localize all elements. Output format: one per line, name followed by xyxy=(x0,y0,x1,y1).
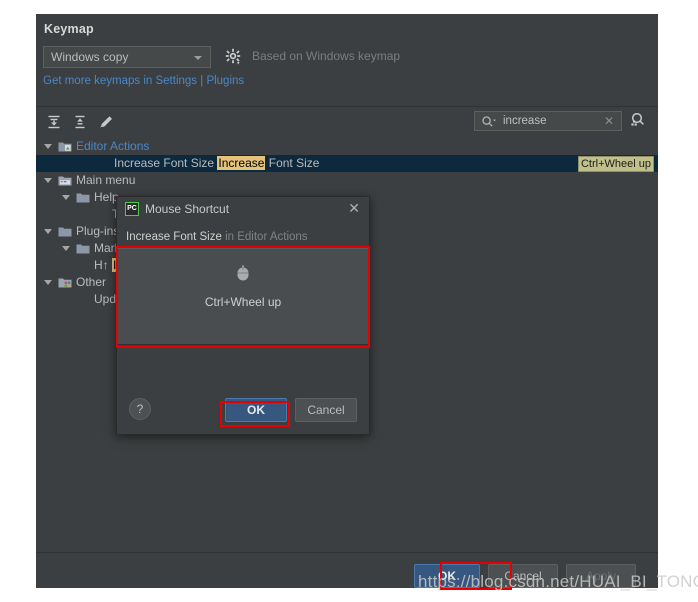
tree-item-label: Editor Actions xyxy=(76,139,150,153)
dialog-titlebar: PC Mouse Shortcut ✕ xyxy=(117,197,369,223)
search-input[interactable]: increase ✕ xyxy=(474,111,622,131)
page-title: Keymap xyxy=(44,22,94,36)
dialog-subtitle-context: in Editor Actions xyxy=(221,231,308,243)
get-more-keymaps-link[interactable]: Get more keymaps in Settings | Plugins xyxy=(43,75,244,87)
dialog-ok-button[interactable]: OK xyxy=(225,398,287,422)
screenshot-root: Keymap Windows copy Based on Windows key… xyxy=(0,0,698,602)
shortcut-badge: Ctrl+Wheel up xyxy=(577,156,654,172)
tree-toolbar xyxy=(40,110,340,134)
dialog-cancel-button[interactable]: Cancel xyxy=(295,398,357,422)
tree-row[interactable]: Increase Font Size Increase Font Size Ctr… xyxy=(36,155,658,172)
gear-icon[interactable] xyxy=(225,48,243,66)
chevron-down-icon[interactable] xyxy=(62,195,70,200)
shortcut-capture-area[interactable]: Ctrl+Wheel up xyxy=(117,248,369,345)
edit-pencil-icon[interactable] xyxy=(96,112,116,132)
get-more-keymaps-text: Get more keymaps in Settings xyxy=(43,75,198,87)
folder-icon xyxy=(76,191,90,204)
keymap-select-value: Windows copy xyxy=(51,50,129,64)
other-icon xyxy=(58,276,72,289)
expand-all-icon[interactable] xyxy=(44,112,64,132)
captured-shortcut-text: Ctrl+Wheel up xyxy=(204,295,282,309)
folder-icon xyxy=(58,225,72,238)
tree-item-label: Main menu xyxy=(76,173,136,187)
collapse-all-icon[interactable] xyxy=(70,112,90,132)
mouse-shortcut-dialog: PC Mouse Shortcut ✕ Increase Font Size i… xyxy=(116,196,370,435)
based-on-label: Based on Windows keymap xyxy=(252,49,401,63)
clear-icon[interactable]: ✕ xyxy=(604,114,614,128)
chevron-down-icon[interactable] xyxy=(44,144,52,149)
search-icon xyxy=(482,116,496,127)
toolbar-divider xyxy=(36,106,658,107)
watermark: https://blog.csdn.net/HUAI_BI_TONG xyxy=(418,572,698,591)
help-button[interactable]: ? xyxy=(129,398,151,420)
dialog-subtitle: Increase Font Size in Editor Actions xyxy=(126,231,308,243)
pycharm-icon: PC xyxy=(125,202,139,216)
editor-actions-icon xyxy=(58,140,72,153)
search-area: increase ✕ xyxy=(474,111,622,131)
keymap-select[interactable]: Windows copy xyxy=(43,46,211,68)
find-by-shortcut-icon[interactable] xyxy=(628,110,648,130)
dialog-buttons: ? OK Cancel xyxy=(117,398,369,422)
dialog-subtitle-action: Increase Font Size xyxy=(126,231,222,243)
folder-icon xyxy=(76,242,90,255)
chevron-down-icon[interactable] xyxy=(44,178,52,183)
main-menu-icon xyxy=(58,174,72,187)
mouse-icon xyxy=(237,265,249,281)
tree-row[interactable]: Main menu xyxy=(36,172,658,189)
keymap-selector-row: Windows copy Based on Windows keymap xyxy=(43,46,643,70)
tree-item-label: Plug-ins xyxy=(76,224,120,238)
plugins-link[interactable]: Plugins xyxy=(206,75,244,87)
search-match-highlight: Increase xyxy=(217,156,266,170)
search-value: increase xyxy=(503,115,547,127)
tree-item-label: Increase Font Size Increase Font Size xyxy=(114,156,320,170)
chevron-down-icon xyxy=(194,56,202,60)
dialog-title: Mouse Shortcut xyxy=(145,202,230,216)
tree-item-label: Other xyxy=(76,275,107,289)
chevron-down-icon[interactable] xyxy=(62,246,70,251)
close-icon[interactable]: ✕ xyxy=(348,201,360,215)
chevron-down-icon[interactable] xyxy=(44,280,52,285)
chevron-down-icon[interactable] xyxy=(44,229,52,234)
tree-item-label: Help xyxy=(94,190,119,204)
tree-row[interactable]: Editor Actions xyxy=(36,138,658,155)
bottom-divider xyxy=(36,552,658,553)
